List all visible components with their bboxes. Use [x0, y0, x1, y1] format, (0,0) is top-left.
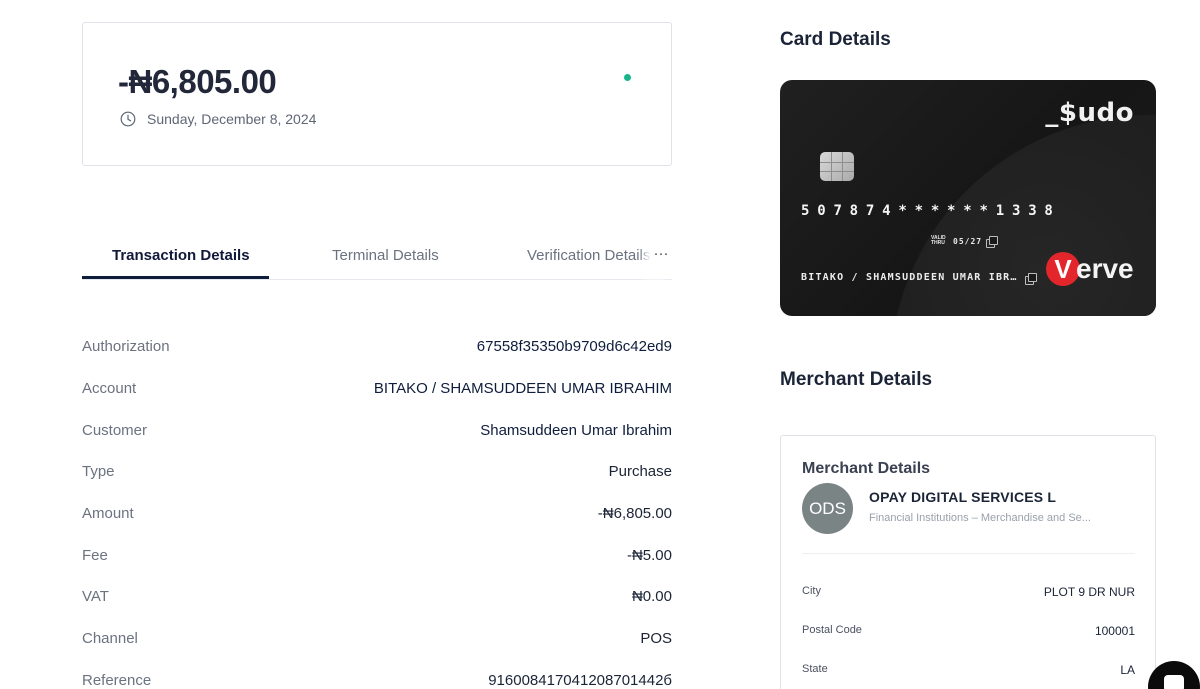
detail-row-vat: VAT ₦0.00	[82, 576, 672, 618]
detail-label: Type	[82, 463, 115, 481]
status-dot	[624, 74, 631, 81]
card-holder-name: BITAKO / SHAMSUDDEEN UMAR IBR…	[801, 272, 1018, 283]
transaction-summary-card: -₦6,805.00 Sunday, December 8, 2024	[82, 22, 672, 166]
merchant-value: LA	[1120, 663, 1135, 677]
detail-row-account: Account BITAKO / SHAMSUDDEEN UMAR IBRAHI…	[82, 368, 672, 410]
merchant-details-heading: Merchant Details	[780, 369, 933, 390]
detail-row-authorization: Authorization 67558f35350b9709d6c42ed9	[82, 326, 672, 368]
detail-label: Account	[82, 380, 137, 398]
detail-value: -₦6,805.00	[597, 505, 672, 523]
transaction-date-row: Sunday, December 8, 2024	[120, 111, 316, 127]
virtual-card: _$udo 507874******1338 VALID THRU 05/27 …	[780, 80, 1156, 316]
details-tabs: Transaction Details Terminal Details Ver…	[82, 234, 672, 280]
detail-label: VAT	[82, 588, 109, 606]
verve-logo: V erve	[1046, 252, 1134, 286]
card-holder: BITAKO / SHAMSUDDEEN UMAR IBR…	[801, 272, 1037, 285]
merchant-details-card: Merchant Details ODS OPAY DIGITAL SERVIC…	[780, 435, 1156, 689]
more-tabs-button[interactable]: ···	[650, 234, 672, 279]
detail-value: Purchase	[608, 463, 672, 481]
detail-label: Authorization	[82, 338, 170, 356]
active-tab-indicator	[82, 276, 269, 279]
detail-row-customer: Customer Shamsuddeen Umar Ibrahim	[82, 409, 672, 451]
detail-value: 67558f35350b9709d6c42ed9	[476, 338, 672, 356]
tab-transaction-details[interactable]: Transaction Details	[112, 247, 250, 264]
card-details-heading: Card Details	[780, 29, 891, 50]
detail-label: Amount	[82, 505, 134, 523]
copy-expiry-icon[interactable]	[986, 236, 999, 248]
detail-row-type: Type Purchase	[82, 451, 672, 493]
chip-icon	[820, 152, 854, 181]
verve-wordmark: erve	[1076, 253, 1134, 284]
detail-row-reference: Reference 916008417041208701442б	[82, 660, 672, 689]
merchant-name: OPAY DIGITAL SERVICES L	[869, 489, 1057, 505]
merchant-avatar: ODS	[802, 483, 853, 534]
tab-terminal-details[interactable]: Terminal Details	[332, 247, 439, 264]
detail-value: -₦5.00	[626, 546, 672, 564]
merchant-box-title: Merchant Details	[802, 460, 931, 477]
merchant-divider	[802, 553, 1135, 554]
card-expiry: VALID THRU 05/27	[931, 235, 999, 248]
merchant-label: State	[802, 663, 828, 675]
detail-label: Channel	[82, 630, 138, 648]
expiry-date: 05/27	[953, 236, 983, 246]
card-brand-logo: _$udo	[1045, 98, 1134, 128]
detail-row-amount: Amount -₦6,805.00	[82, 493, 672, 535]
detail-row-channel: Channel POS	[82, 618, 672, 660]
detail-value: ₦0.00	[631, 588, 672, 606]
detail-value: POS	[640, 630, 672, 648]
card-number: 507874******1338	[801, 203, 1061, 219]
merchant-label: City	[802, 585, 821, 597]
transaction-details-list: Authorization 67558f35350b9709d6c42ed9 A…	[82, 326, 672, 689]
detail-row-fee: Fee -₦5.00	[82, 534, 672, 576]
transaction-date: Sunday, December 8, 2024	[147, 111, 317, 127]
merchant-value: PLOT 9 DR NUR	[1043, 585, 1135, 599]
merchant-row-postal-code: Postal Code 100001	[802, 624, 1135, 638]
merchant-value: 100001	[1094, 624, 1135, 638]
merchant-row-state: State LA	[802, 663, 1135, 677]
merchant-category: Financial Institutions – Merchandise and…	[869, 512, 1091, 524]
verve-mark: V	[1046, 252, 1080, 286]
detail-value: BITAKO / SHAMSUDDEEN UMAR IBRAHIM	[373, 380, 672, 398]
tab-verification-details[interactable]: Verification Details	[527, 247, 650, 264]
detail-value: 916008417041208701442б	[488, 671, 672, 689]
chat-icon	[1164, 675, 1184, 689]
clock-icon	[120, 111, 136, 127]
detail-label: Reference	[82, 671, 152, 689]
valid-thru-label: VALID THRU	[931, 235, 946, 246]
detail-label: Customer	[82, 421, 148, 439]
detail-label: Fee	[82, 546, 108, 564]
transaction-amount: -₦6,805.00	[118, 63, 277, 100]
merchant-label: Postal Code	[802, 624, 862, 636]
copy-holder-icon[interactable]	[1024, 272, 1037, 285]
detail-value: Shamsuddeen Umar Ibrahim	[480, 421, 672, 439]
merchant-row-city: City PLOT 9 DR NUR	[802, 585, 1135, 599]
